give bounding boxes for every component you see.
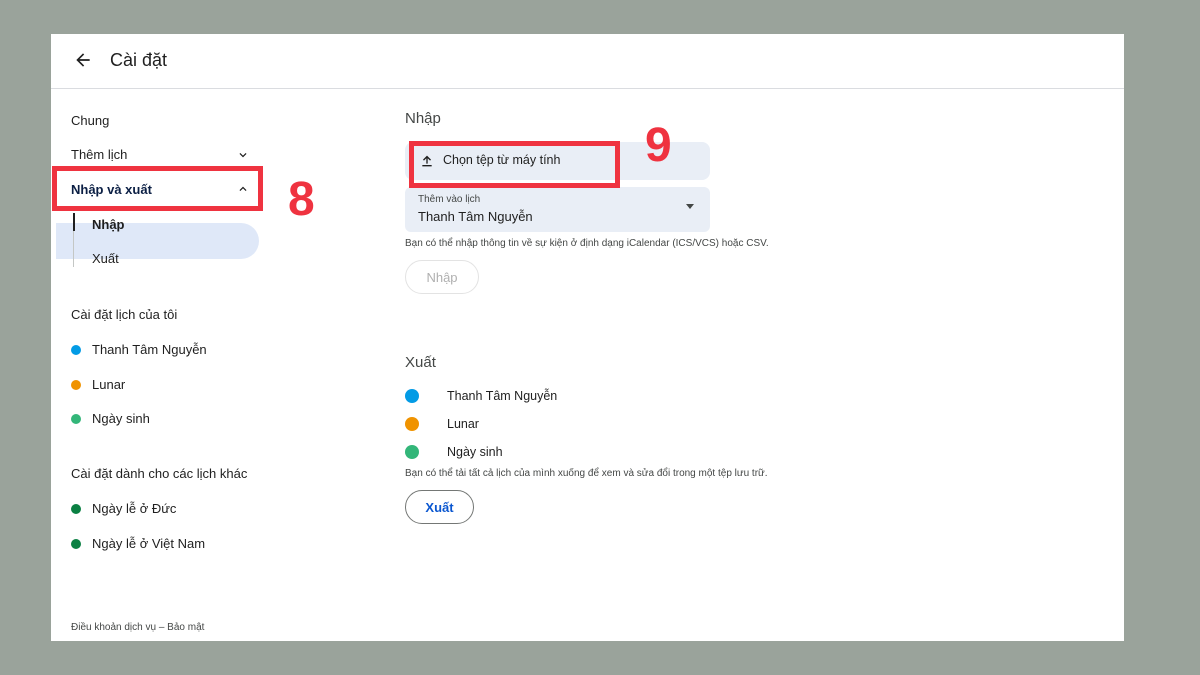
sidebar-calendar-item[interactable]: Ngày sinh (71, 411, 150, 426)
chevron-down-icon[interactable] (236, 148, 250, 162)
sidebar-calendar-item[interactable]: Ngày lễ ở Việt Nam (71, 536, 205, 551)
sidebar-item-import-export[interactable] (56, 223, 259, 259)
import-button[interactable]: Nhập (405, 260, 479, 294)
sidebar-subitem-export[interactable]: Xuất (92, 251, 119, 266)
app-header: Cài đặt (51, 34, 1124, 89)
calendar-name: Ngày sinh (92, 411, 150, 426)
back-button[interactable] (71, 48, 95, 72)
sidebar-item-add-calendar[interactable]: Thêm lịch (71, 147, 251, 162)
calendar-name: Thanh Tâm Nguyễn (447, 389, 558, 403)
calendar-name: Ngày sinh (447, 445, 503, 459)
export-calendar-item: Lunar (405, 417, 479, 431)
annotation-step-8: 8 (288, 173, 315, 226)
calendar-name: Lunar (92, 377, 126, 392)
calendar-color-dot (405, 417, 419, 431)
dropdown-arrow-icon (686, 204, 694, 209)
export-section-title: Xuất (405, 354, 436, 371)
import-section-title: Nhập (405, 110, 441, 127)
export-button[interactable]: Xuất (405, 490, 474, 524)
select-caption: Thêm vào lịch (418, 194, 481, 205)
sidebar-item-label: Thêm lịch (71, 147, 128, 162)
sidebar-item-import-export-label: Nhập và xuất (71, 182, 152, 197)
calendar-name: Lunar (447, 417, 479, 431)
calendar-name: Ngày lễ ở Đức (92, 501, 177, 516)
sidebar-calendar-item[interactable]: Ngày lễ ở Đức (71, 501, 176, 516)
annotation-step-9: 9 (645, 119, 672, 172)
other-calendars-title: Cài đặt dành cho các lịch khác (71, 466, 248, 481)
import-help-text: Bạn có thể nhập thông tin về sự kiện ở đ… (405, 238, 769, 249)
calendar-name: Ngày lễ ở Việt Nam (92, 536, 206, 551)
export-calendar-item: Ngày sinh (405, 445, 503, 459)
page-title: Cài đặt (110, 50, 168, 70)
settings-window: Cài đặt Chung Thêm lịch Nhập và xuất Nhậ… (51, 34, 1124, 641)
calendar-color-dot (71, 344, 81, 355)
sidebar-subitem-import[interactable]: Nhập (92, 217, 125, 232)
sidebar-item-general[interactable]: Chung (71, 113, 109, 128)
chevron-up-icon[interactable] (236, 182, 250, 196)
subitem-divider (73, 231, 74, 267)
export-calendar-item: Thanh Tâm Nguyễn (405, 389, 557, 403)
choose-file-label: Chọn tệp từ máy tính (443, 153, 561, 167)
sidebar-calendar-item[interactable]: Thanh Tâm Nguyễn (71, 342, 207, 357)
select-value: Thanh Tâm Nguyễn (418, 209, 533, 224)
calendar-color-dot (71, 413, 81, 424)
add-to-calendar-select[interactable]: Thêm vào lịch Thanh Tâm Nguyễn (405, 187, 710, 232)
calendar-color-dot (71, 503, 81, 514)
footer-links[interactable]: Điều khoản dịch vụ – Bảo mật (71, 622, 204, 633)
calendar-color-dot (405, 389, 419, 403)
my-calendars-title: Cài đặt lịch của tôi (71, 307, 178, 322)
calendar-color-dot (71, 538, 81, 549)
upload-icon (422, 155, 432, 167)
export-help-text: Bạn có thể tải tất cả lịch của mình xuốn… (405, 468, 768, 479)
arrow-back-icon (76, 53, 90, 67)
calendar-name: Thanh Tâm Nguyễn (92, 342, 207, 357)
calendar-color-dot (405, 445, 419, 459)
active-subitem-indicator (73, 213, 75, 231)
sidebar: Chung Thêm lịch Nhập và xuất Nhập Xuất C… (51, 89, 381, 641)
sidebar-calendar-item[interactable]: Lunar (71, 377, 125, 392)
calendar-color-dot (71, 379, 81, 390)
